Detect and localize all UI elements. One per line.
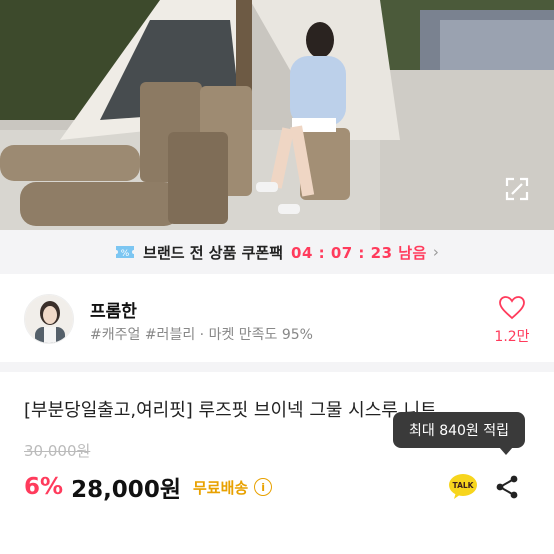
product-photo[interactable] [0, 0, 554, 230]
shop-name[interactable]: 프롬한 [90, 297, 137, 322]
shop-tag[interactable]: #러블리 [145, 327, 195, 343]
market-satisfaction: 마켓 만족도 95% [208, 327, 313, 343]
info-icon[interactable]: i [254, 478, 273, 496]
original-price: 30,000원 [24, 442, 91, 460]
talk-label: TALK [453, 481, 475, 490]
expand-photo-button[interactable] [504, 176, 530, 202]
coupon-icon: % [116, 246, 135, 259]
free-shipping-label: 무료배송 [192, 478, 249, 497]
heart-icon [499, 296, 525, 320]
coupon-timer: 04 : 07 : 23 남음 [291, 243, 427, 262]
shop-avatar[interactable] [24, 294, 74, 344]
photo-illustration [0, 0, 554, 230]
shop-tag[interactable]: #캐주얼 [90, 327, 140, 343]
shop-tags: #캐주얼 #러블리 · 마켓 만족도 95% [90, 324, 313, 344]
sale-price: 28,000원 [71, 477, 181, 503]
like-count: 1.2만 [494, 329, 530, 345]
share-button[interactable] [494, 474, 520, 500]
product-detail-page: % 브랜드 전 상품 쿠폰팩 04 : 07 : 23 남음 › 프롬한 #캐주… [0, 0, 554, 554]
chevron-right-icon: › [432, 243, 439, 261]
share-icon [496, 475, 518, 499]
section-divider [0, 362, 554, 372]
discount-rate: 6% [24, 474, 64, 500]
coupon-pack-banner[interactable]: % 브랜드 전 상품 쿠폰팩 04 : 07 : 23 남음 › [0, 230, 554, 274]
like-button[interactable]: 1.2만 [492, 296, 532, 346]
shop-info-row: 프롬한 #캐주얼 #러블리 · 마켓 만족도 95% 1.2만 [0, 286, 554, 354]
talk-icon: TALK [449, 474, 477, 499]
expand-icon [505, 177, 529, 201]
tag-separator: · [195, 327, 209, 343]
avatar-image [25, 295, 73, 343]
coupon-label: 브랜드 전 상품 쿠폰팩 [143, 243, 284, 262]
kakao-talk-button[interactable]: TALK [448, 473, 478, 501]
reward-points-tooltip: 최대 840원 적립 [393, 412, 525, 455]
svg-text:%: % [121, 249, 130, 259]
price-row: 6% 28,000원 무료배송 i [24, 470, 273, 504]
